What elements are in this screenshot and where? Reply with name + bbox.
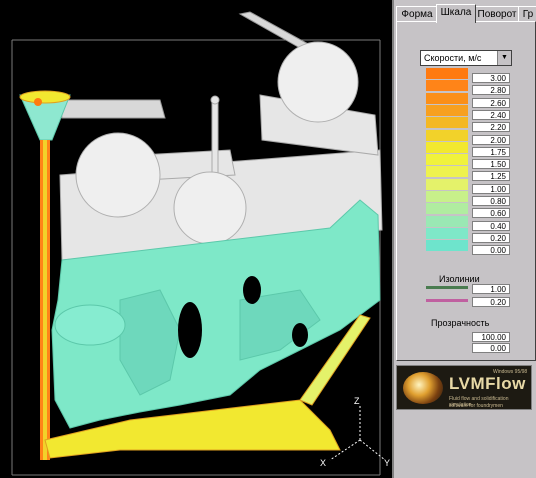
scale-value[interactable]: 0.60 [472, 208, 510, 219]
scale-value[interactable]: 1.25 [472, 171, 510, 182]
scale-value[interactable]: 2.60 [472, 97, 510, 108]
scale-value[interactable]: 2.20 [472, 122, 510, 133]
axis-indicator [329, 405, 386, 461]
scale-type-select[interactable]: Скорости, м/с ▼ [420, 50, 512, 66]
scale-value[interactable]: 0.00 [472, 245, 510, 256]
tab-strip: Форма Шкала Поворот Гр [396, 4, 536, 23]
scale-value[interactable]: 2.00 [472, 134, 510, 145]
scale-swatch [426, 80, 468, 92]
axis-x-label: X [320, 458, 327, 468]
3d-viewport[interactable]: Z X Y [0, 0, 392, 478]
isoline-value-2[interactable]: 0.20 [472, 297, 510, 307]
scale-value[interactable]: 1.50 [472, 159, 510, 170]
app-window: Z X Y Форма Шкала Поворот Гр Скорости, м… [0, 0, 536, 478]
isoline-swatch-1 [426, 286, 468, 289]
logo-swirl-icon [403, 372, 443, 404]
scale-value[interactable]: 2.80 [472, 85, 510, 96]
lvmflow-logo: Windows 95/98 LVMFlow Fluid flow and sol… [396, 365, 532, 410]
scale-swatch [426, 166, 468, 178]
scale-swatch [426, 191, 468, 202]
chevron-down-icon[interactable]: ▼ [497, 51, 511, 65]
logo-tagline-2: software for foundrymen [449, 403, 503, 409]
transparency-label: Прозрачность [431, 318, 490, 328]
scale-value[interactable]: 1.75 [472, 146, 510, 157]
scale-value[interactable]: 1.00 [472, 183, 510, 194]
scale-swatch [426, 104, 468, 116]
scale-value[interactable]: 0.80 [472, 196, 510, 206]
scale-swatch [426, 215, 468, 227]
scale-value[interactable]: 2.40 [472, 109, 510, 120]
scale-swatch [426, 68, 468, 79]
tab-more[interactable]: Гр [518, 6, 536, 22]
scale-swatch [426, 203, 468, 215]
isoline-value-1[interactable]: 1.00 [472, 284, 510, 294]
scale-swatch [426, 240, 468, 252]
scale-swatch [426, 227, 468, 239]
transparency-value-1[interactable]: 100.00 [472, 332, 510, 342]
casting-render [11, 11, 386, 476]
scale-type-value: Скорости, м/с [424, 53, 482, 63]
scale-swatch [426, 178, 468, 190]
transparency-value-2[interactable]: 0.00 [472, 343, 510, 353]
scale-swatch [426, 141, 468, 153]
isolines-label: Изолинии [439, 274, 480, 284]
scale-value[interactable]: 0.40 [472, 220, 510, 231]
axis-z-label: Z [354, 396, 360, 406]
logo-title: LVMFlow [449, 374, 526, 393]
scale-swatch [426, 154, 468, 166]
scale-value[interactable]: 0.20 [472, 232, 510, 243]
scale-tab-content: Скорости, м/с ▼ 3.00 2.80 2.60 2.40 2.20 2.00… [396, 21, 536, 361]
axis-y-label: Y [384, 458, 391, 468]
scale-value[interactable]: 3.00 [472, 73, 510, 83]
scale-swatch [426, 117, 468, 129]
scale-swatch [426, 92, 468, 104]
tab-scale[interactable]: Шкала [436, 4, 476, 23]
tab-rotation[interactable]: Поворот [475, 6, 519, 22]
scale-swatch [426, 129, 468, 141]
isoline-swatch-2 [426, 299, 468, 302]
tab-shape[interactable]: Форма [396, 6, 438, 22]
